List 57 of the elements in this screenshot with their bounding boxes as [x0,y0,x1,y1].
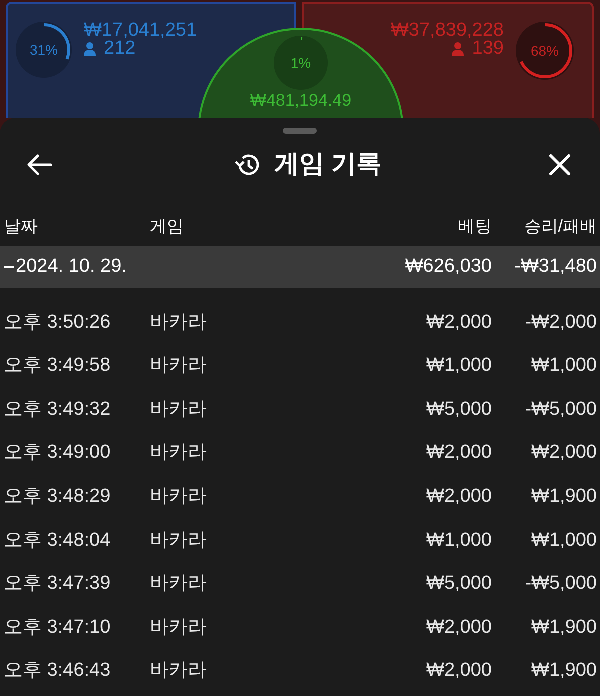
table-cell-text: ₩1,900 [530,616,597,640]
table-cell-text: ₩2,000 [426,616,492,640]
table-cell-text: ₩2,000 [426,484,492,509]
sheet-title: 게임 기록 [274,149,382,180]
table-cell-text: 오후 3:50:26 [3,310,112,335]
table-cell-text: ₩1,000 [426,354,492,378]
group-date: 2024. 10. 29. [16,254,127,279]
column-header: 승리/패배 [523,216,597,238]
table-cell-text: ₩1,900 [530,659,597,684]
column-header: 베팅 [457,216,492,238]
table-cell-text: 바카라 [150,398,208,422]
drag-handle[interactable] [283,128,317,134]
percent-label: 68% [530,42,560,60]
progress-ring [16,22,72,78]
table-cell-text: 바카라 [150,354,208,378]
table-cell-text: -₩31,480 [514,254,597,279]
progress-ring [516,22,574,80]
column-header: 날짜 [3,216,39,238]
table-cell-text: 바카라 [150,572,208,596]
table-cell-text: ₩1,000 [530,528,597,553]
table-cell-text: 바카라 [150,441,208,466]
table-cell-text: 바카라 [150,659,208,684]
column-header: 게임 [150,216,185,238]
person-icon [452,42,464,56]
table-cell-text: 오후 3:49:32 [3,398,112,422]
table-cell-text: ₩626,030 [404,254,492,279]
player-count: 139 [472,40,504,58]
table-cell-text: ₩2,000 [530,441,597,466]
table-cell-text: -₩5,000 [524,572,597,596]
percent-label: 31% [30,40,58,60]
table-cell-text: ₩2,000 [426,659,492,684]
history-icon [234,153,261,177]
table-cell-text: 오후 3:48:04 [3,528,112,553]
player-count: 212 [104,40,136,58]
table-cell-text: -₩2,000 [524,310,597,335]
table-cell-text: 오후 3:47:39 [3,572,112,596]
table-cell-text: 오후 3:49:58 [3,354,112,378]
table-cell-text: 바카라 [150,616,208,640]
table-cell-text: ₩2,000 [426,310,492,335]
table-cell-text: ₩1,000 [530,354,597,378]
table-cell-text: ₩1,000 [426,528,492,553]
progress-ring [274,36,328,90]
table-cell-text: 오후 3:49:00 [3,441,112,466]
table-cell-text: 바카라 [150,484,208,509]
table-cell-text: ₩1,900 [530,484,597,509]
table-cell-text: -₩5,000 [524,398,597,422]
table-cell-text: 오후 3:48:29 [3,484,112,509]
table-cell-text: ₩5,000 [426,572,492,596]
table-cell-text: 오후 3:47:10 [3,616,112,640]
table-cell-text: ₩2,000 [426,441,492,466]
table-cell-text: 바카라 [150,310,208,335]
table-cell-text: ₩5,000 [426,398,492,422]
bet-amount: ₩17,041,251 [84,22,198,40]
person-icon [84,42,96,56]
table-cell-text: 바카라 [150,528,208,553]
date-group-row[interactable]: 2024. 10. 29. ₩626,030 -₩31,480 [0,246,600,288]
table-cell-text: 오후 3:46:43 [3,659,112,684]
